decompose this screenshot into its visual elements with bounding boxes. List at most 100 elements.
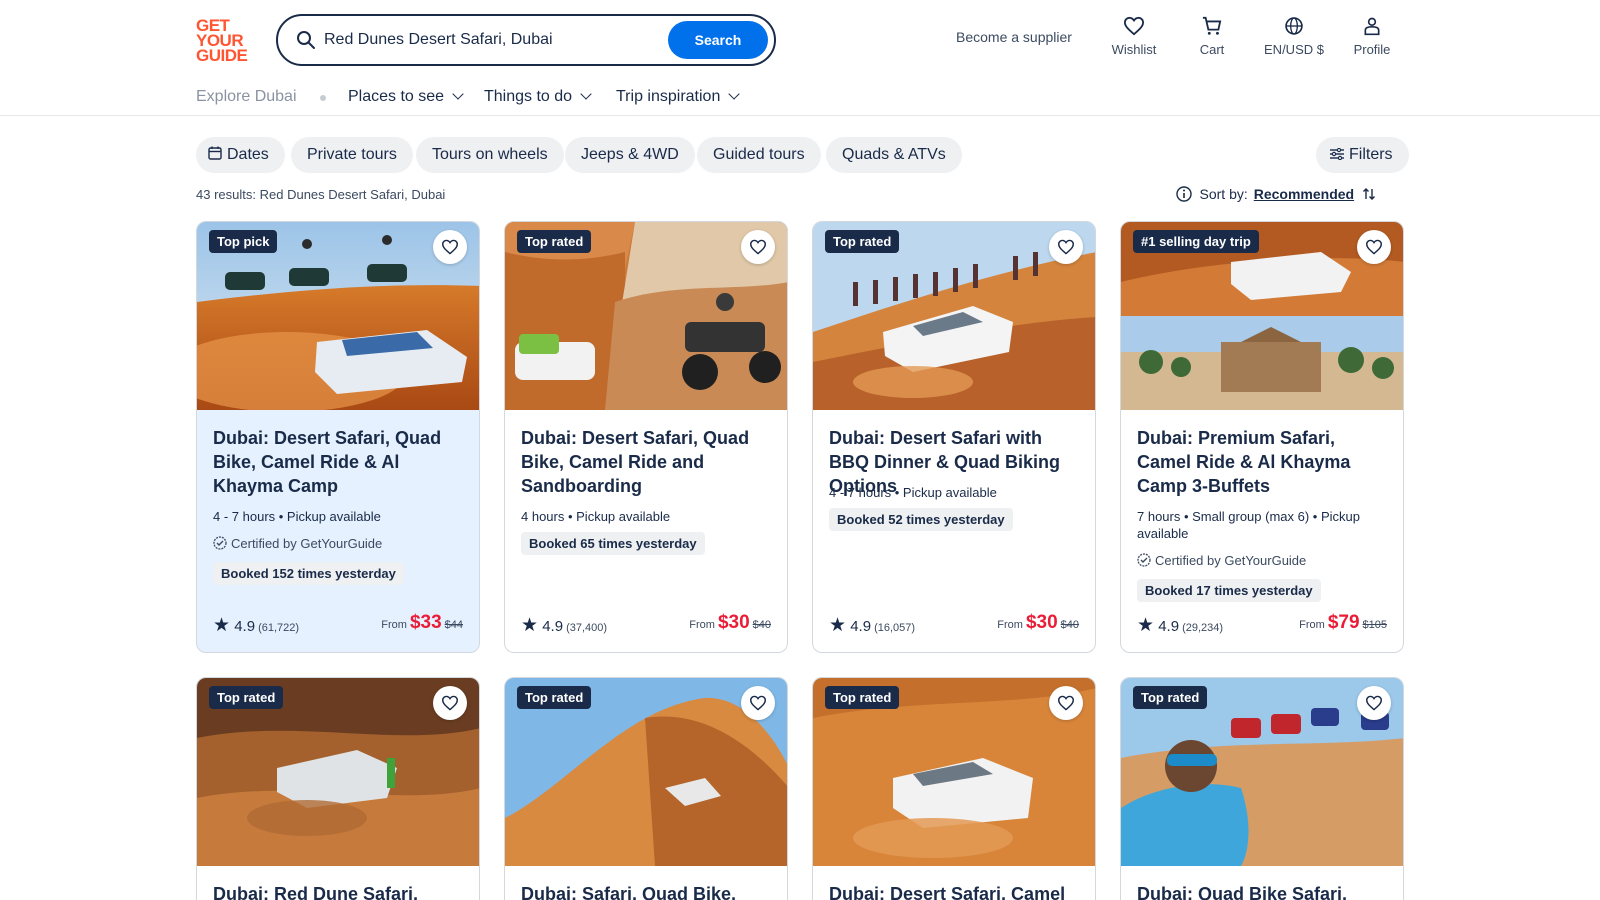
add-to-wishlist-button[interactable] [741,230,775,264]
price-current: $79 [1327,612,1360,633]
activity-card[interactable]: Top rated Dubai: Safari, Quad Bike, [504,677,788,900]
price-from: From [997,619,1023,631]
price-original: $40 [1060,619,1079,631]
card-title[interactable]: Dubai: Quad Bike Safari, [1137,882,1393,900]
language-currency-button[interactable]: EN/USD $ [1256,16,1332,57]
card-title[interactable]: Dubai: Desert Safari, Quad Bike, Camel R… [213,426,469,498]
heart-icon [1123,16,1145,36]
card-meta: 4 - 7 hours • Pickup available [213,509,381,524]
sort-arrows-icon [1363,188,1375,200]
activity-card[interactable]: Top pick Dubai: Desert Safari, Quad Bike… [196,221,480,653]
tours-on-wheels-chip[interactable]: Tours on wheels [416,137,564,173]
globe-icon [1285,17,1303,35]
add-to-wishlist-button[interactable] [1357,686,1391,720]
profile-icon [1364,17,1380,36]
cart-label: Cart [1199,42,1225,57]
activity-card[interactable]: #1 selling day trip Dubai: Premium Safar… [1120,221,1404,653]
card-rating: ★ 4.9 (61,722) [213,614,299,637]
heart-icon [441,239,459,255]
certified-label: Certified by GetYourGuide [213,536,382,551]
results-query: Red Dunes Desert Safari, Dubai [259,187,446,202]
add-to-wishlist-button[interactable] [1049,686,1083,720]
wishlist-button[interactable]: Wishlist [1106,16,1162,57]
private-tours-chip[interactable]: Private tours [291,137,413,173]
activity-card[interactable]: Top rated Dubai: Desert Safari, Camel [812,677,1096,900]
jeeps-4wd-chip[interactable]: Jeeps & 4WD [565,137,695,173]
heart-icon [441,695,459,711]
star-icon: ★ [1137,615,1155,636]
certified-label: Certified by GetYourGuide [1137,553,1306,568]
profile-button[interactable]: Profile [1346,16,1398,57]
rating-value: 4.9 [542,618,564,635]
become-supplier-link[interactable]: Become a supplier [956,29,1072,45]
card-badge: Top pick [209,230,278,253]
card-badge: Top rated [1133,686,1208,709]
card-title[interactable]: Dubai: Premium Safari, Camel Ride & Al K… [1137,426,1393,498]
activity-card[interactable]: Top rated Dubai: Red Dune Safari, Quad [196,677,480,900]
card-title[interactable]: Dubai: Desert Safari, Quad Bike, Camel R… [521,426,777,498]
rating-value: 4.9 [850,618,872,635]
card-title[interactable]: Dubai: Desert Safari, Camel [829,882,1085,900]
filters-button[interactable]: Filters [1316,137,1409,173]
card-price: From $30 $40 [689,612,771,634]
star-icon: ★ [829,615,847,636]
heart-icon [1365,695,1383,711]
filters-label: Filters [1349,146,1393,163]
dates-label: Dates [227,146,269,163]
cart-button[interactable]: Cart [1186,16,1238,57]
add-to-wishlist-button[interactable] [1049,230,1083,264]
chevron-down-icon [728,88,741,100]
add-to-wishlist-button[interactable] [433,686,467,720]
dates-filter-chip[interactable]: Dates [196,137,285,173]
sort-value[interactable]: Recommended [1254,186,1354,202]
card-title[interactable]: Dubai: Safari, Quad Bike, [521,882,777,900]
search-bar[interactable]: Red Dunes Desert Safari, Dubai Search [276,14,776,66]
trip-label: Trip inspiration [616,88,721,105]
add-to-wishlist-button[interactable] [1357,230,1391,264]
activity-card[interactable]: Top rated Dubai: Desert Safari, Quad Bik… [504,221,788,653]
add-to-wishlist-button[interactable] [433,230,467,264]
profile-label: Profile [1353,42,1391,57]
trip-inspiration-menu[interactable]: Trip inspiration [616,88,741,106]
certified-check-icon [213,536,227,550]
search-button[interactable]: Search [668,21,768,59]
card-badge: #1 selling day trip [1133,230,1259,253]
booked-yesterday-badge: Booked 17 times yesterday [1137,579,1321,602]
price-from: From [1299,619,1325,631]
price-current: $33 [409,612,442,633]
info-icon [1175,186,1192,202]
things-to-do-menu[interactable]: Things to do [484,88,592,106]
separator-dot [320,95,326,101]
filter-sliders-icon [1330,147,1344,161]
places-to-see-menu[interactable]: Places to see [348,88,464,106]
card-badge: Top rated [825,686,900,709]
sort-label: Sort by: [1199,186,1248,202]
results-count: 43 results: [196,187,256,202]
guided-tours-chip[interactable]: Guided tours [697,137,821,173]
card-title[interactable]: Dubai: Red Dune Safari, Quad [213,882,469,900]
rating-value: 4.9 [234,618,256,635]
search-input[interactable]: Red Dunes Desert Safari, Dubai [324,31,553,49]
review-count: (37,400) [566,622,608,634]
results-summary: 43 results: Red Dunes Desert Safari, Dub… [196,187,445,202]
getyourguide-logo[interactable]: GET YOUR GUIDE [196,17,254,64]
price-original: $40 [752,619,771,631]
certified-text: Certified by GetYourGuide [231,536,383,551]
activity-card[interactable]: Top rated Dubai: Quad Bike Safari, [1120,677,1404,900]
heart-icon [1057,695,1075,711]
add-to-wishlist-button[interactable] [741,686,775,720]
activity-card[interactable]: Top rated Dubai: Desert Safari with BBQ … [812,221,1096,653]
sort-control[interactable]: Sort by: Recommended [1175,186,1377,202]
booked-yesterday-badge: Booked 52 times yesterday [829,508,1013,531]
explore-dubai-link[interactable]: Explore Dubai [196,88,297,106]
card-meta: 4 - 7 hours • Pickup available [829,485,997,500]
booked-yesterday-badge: Booked 152 times yesterday [213,562,404,585]
booked-yesterday-badge: Booked 65 times yesterday [521,532,705,555]
heart-icon [1365,239,1383,255]
heart-icon [1057,239,1075,255]
chevron-down-icon [452,88,464,100]
quads-atvs-chip[interactable]: Quads & ATVs [826,137,962,173]
places-label: Places to see [348,88,445,105]
review-count: (61,722) [258,622,300,634]
card-price: From $33 $44 [381,612,463,634]
